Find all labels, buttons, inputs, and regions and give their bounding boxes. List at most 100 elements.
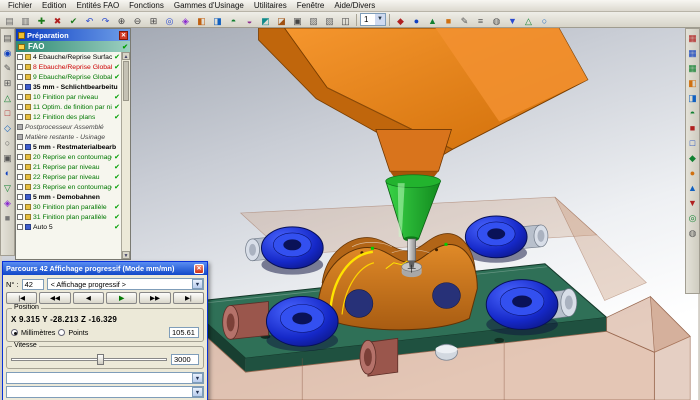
tree-item[interactable]: Matière restante - Usinage [16, 132, 121, 142]
tree-item[interactable]: 5 mm - Demobahnen [16, 192, 121, 202]
left-strip-icon-10[interactable]: ◐ [1, 165, 14, 180]
tree-item-9[interactable]: 9 Ebauche/Reprise Globale✔ [16, 72, 121, 82]
extra-combo-2[interactable]: ▼ [6, 386, 204, 398]
tree-item-12[interactable]: 12 Finition des plans✔ [16, 112, 121, 122]
toolbar-icon-12[interactable]: ◈ [178, 13, 193, 27]
left-strip-icon-2[interactable]: ◉ [1, 45, 14, 60]
tree-item[interactable]: 35 mm - Schlichtbearbeitu [16, 82, 121, 92]
tree-scrollbar[interactable]: ▲ ▼ [121, 52, 130, 259]
menu-fen-tre[interactable]: Fenêtre [292, 1, 330, 10]
right-strip-icon-11[interactable]: ▲ [686, 180, 699, 195]
left-strip-icon-4[interactable]: ⊞ [1, 75, 14, 90]
toolbar-icon-21[interactable]: ▧ [322, 13, 337, 27]
tree-checkbox[interactable] [17, 184, 23, 190]
toolbar-icon-16[interactable]: ◒ [242, 13, 257, 27]
toolbar-icon-15[interactable]: ◓ [226, 13, 241, 27]
tree-item-8[interactable]: 8 Ebauche/Reprise Globale✔ [16, 62, 121, 72]
left-strip-icon-12[interactable]: ◈ [1, 195, 14, 210]
right-strip-icon-2[interactable]: ▦ [686, 45, 699, 60]
right-strip-icon-9[interactable]: ◆ [686, 150, 699, 165]
tree-item-11[interactable]: 11 Optim. de finition par niv✔ [16, 102, 121, 112]
tree-checkbox[interactable] [17, 204, 23, 210]
tree-checkbox[interactable] [17, 84, 23, 90]
toolbar-icon-22[interactable]: ◫ [338, 13, 353, 27]
tree-item-30[interactable]: 30 Finition plan parallèle✔ [16, 202, 121, 212]
left-strip-icon-13[interactable]: ■ [1, 210, 14, 225]
toolbar-r-icon-3[interactable]: ▲ [425, 13, 440, 27]
menu-aide-divers[interactable]: Aide/Divers [329, 1, 380, 10]
left-strip-icon-5[interactable]: △ [1, 90, 14, 105]
toolbar-icon-19[interactable]: ▣ [290, 13, 305, 27]
toolbar-r-icon-9[interactable]: △ [521, 13, 536, 27]
toolbar-r-icon-8[interactable]: ▼ [505, 13, 520, 27]
right-strip-icon-10[interactable]: ● [686, 165, 699, 180]
tree-item[interactable]: 5 mm - Restmaterialbearb [16, 142, 121, 152]
toolbar-icon-7[interactable]: ↷ [98, 13, 113, 27]
tree-item-31[interactable]: 31 Finition plan parallèle✔ [16, 212, 121, 222]
toolbar-icon-14[interactable]: ◨ [210, 13, 225, 27]
tree-item-21[interactable]: 21 Reprise par niveau✔ [16, 162, 121, 172]
toolbar-icon-1[interactable]: ▤ [2, 13, 17, 27]
toolbar-icon-4[interactable]: ✖ [50, 13, 65, 27]
tree-panel-titlebar[interactable]: Préparation ✕ [16, 29, 130, 41]
right-strip-icon-14[interactable]: ◍ [686, 225, 699, 240]
right-strip-icon-3[interactable]: ▦ [686, 60, 699, 75]
tree-item[interactable]: Postprocesseur Assemblé [16, 122, 121, 132]
points-value-input[interactable]: 105.61 [169, 327, 199, 338]
toolbar-icon-3[interactable]: ✚ [34, 13, 49, 27]
chevron-down-icon[interactable]: ▼ [192, 279, 203, 289]
toolbar-zoom-combo[interactable]: 1▼ [360, 13, 386, 26]
tree-item-22[interactable]: 22 Reprise par niveau✔ [16, 172, 121, 182]
tree-item-23[interactable]: 23 Reprise en contournage✔ [16, 182, 121, 192]
right-strip-icon-8[interactable]: □ [686, 135, 699, 150]
tree-checkbox[interactable] [17, 74, 23, 80]
slider-thumb[interactable] [97, 354, 104, 365]
toolbar-icon-6[interactable]: ↶ [82, 13, 97, 27]
path-number-input[interactable]: 42 [22, 279, 44, 290]
right-strip-icon-7[interactable]: ■ [686, 120, 699, 135]
speed-slider[interactable] [11, 353, 167, 365]
tree-checkbox[interactable] [17, 144, 23, 150]
scroll-thumb[interactable] [123, 61, 129, 101]
toolbar-icon-5[interactable]: ✔ [66, 13, 81, 27]
tree-item-20[interactable]: 20 Reprise en contournage✔ [16, 152, 121, 162]
tree-close-icon[interactable]: ✕ [119, 31, 128, 40]
toolbar-r-icon-6[interactable]: ≡ [473, 13, 488, 27]
playback-button-5[interactable]: ▶▶ [139, 292, 170, 304]
toolbar-r-icon-5[interactable]: ✎ [457, 13, 472, 27]
right-strip-icon-4[interactable]: ◧ [686, 75, 699, 90]
menu-gammes-d-usinage[interactable]: Gammes d'Usinage [169, 1, 249, 10]
tree-checkbox[interactable] [17, 94, 23, 100]
millimetres-radio[interactable] [11, 329, 18, 336]
right-strip-icon-12[interactable]: ▼ [686, 195, 699, 210]
scroll-up-icon[interactable]: ▲ [122, 52, 130, 60]
right-strip-icon-5[interactable]: ◨ [686, 90, 699, 105]
left-strip-icon-3[interactable]: ✎ [1, 60, 14, 75]
toolbar-icon-2[interactable]: ▥ [18, 13, 33, 27]
playback-button-4[interactable]: ▶ [106, 292, 137, 304]
chevron-down-icon[interactable]: ▼ [375, 14, 385, 25]
toolbar-r-icon-2[interactable]: ● [409, 13, 424, 27]
menu-edition[interactable]: Edition [37, 1, 71, 10]
left-strip-icon-6[interactable]: □ [1, 105, 14, 120]
toolbar-icon-18[interactable]: ◪ [274, 13, 289, 27]
tree-checkbox[interactable] [17, 104, 23, 110]
toolbar-icon-17[interactable]: ◩ [258, 13, 273, 27]
toolbar-icon-8[interactable]: ⊕ [114, 13, 129, 27]
tree-checkbox[interactable] [17, 174, 23, 180]
toolbar-icon-11[interactable]: ◎ [162, 13, 177, 27]
playback-button-6[interactable]: ▶| [173, 292, 204, 304]
tree-checkbox[interactable] [17, 154, 23, 160]
tree-checkbox[interactable] [17, 194, 23, 200]
menu-fonctions[interactable]: Fonctions [124, 1, 169, 10]
playback-button-1[interactable]: |◀ [6, 292, 37, 304]
left-strip-icon-1[interactable]: ▤ [1, 30, 14, 45]
extra-combo-1[interactable]: ▼ [6, 372, 204, 384]
toolbar-icon-10[interactable]: ⊞ [146, 13, 161, 27]
tree-item[interactable]: Auto 5✔ [16, 222, 121, 232]
tree-root-fao[interactable]: FAO ✔ [16, 41, 130, 52]
dialog-close-icon[interactable]: ✕ [194, 264, 204, 274]
menu-fichier[interactable]: Fichier [3, 1, 37, 10]
dialog-titlebar[interactable]: Parcours 42 Affichage progressif (Mode m… [3, 262, 207, 275]
right-strip-icon-6[interactable]: ◓ [686, 105, 699, 120]
